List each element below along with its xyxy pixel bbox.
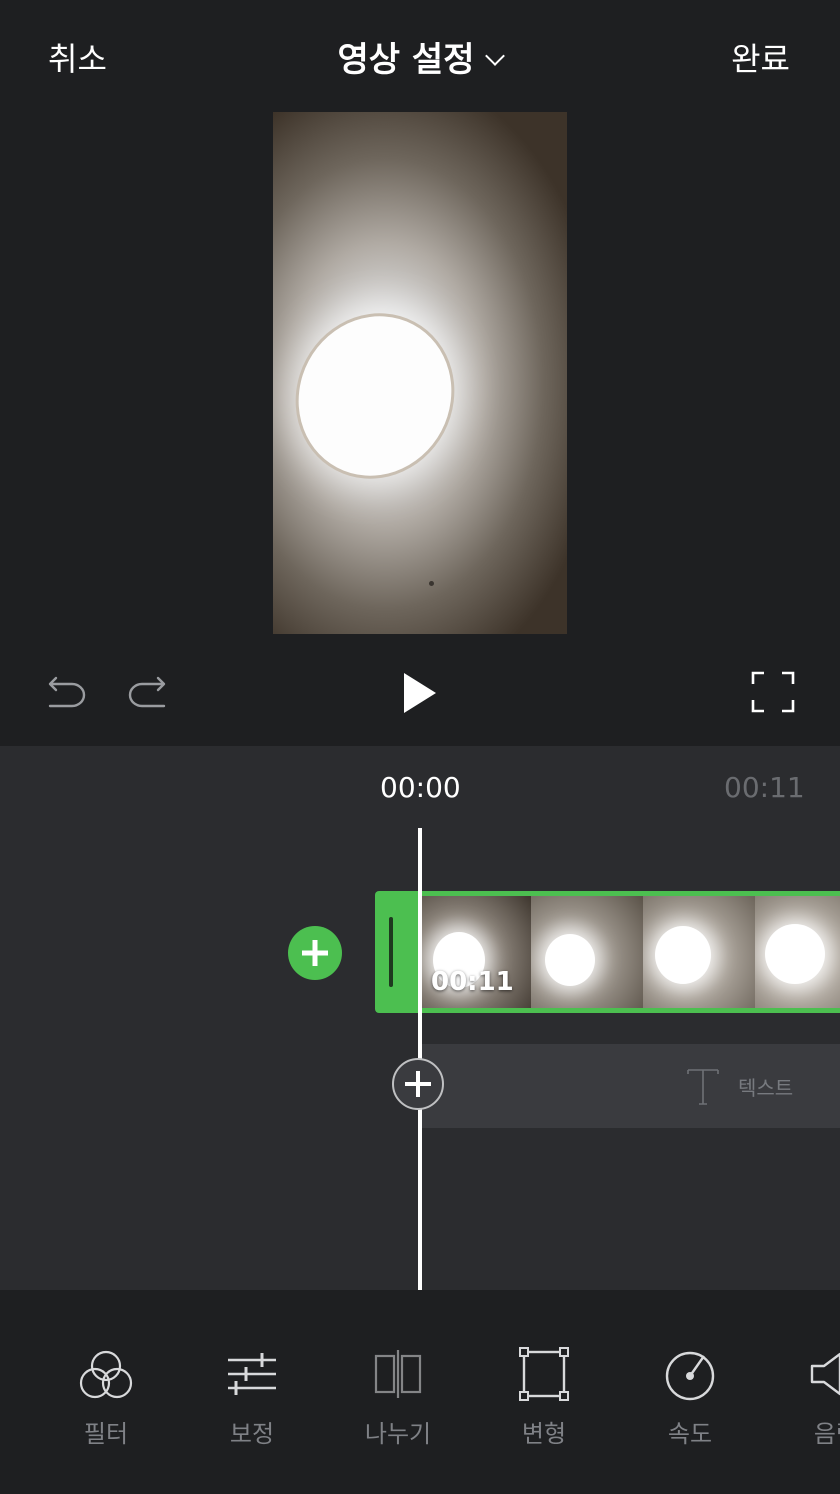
tool-adjust[interactable]: 보정 <box>192 1346 312 1449</box>
add-text-button[interactable] <box>392 1058 444 1110</box>
timeline[interactable]: 00:00 00:11 00:11 텍스트 <box>0 746 840 1290</box>
tool-speed[interactable]: 속도 <box>630 1346 750 1449</box>
text-track[interactable]: 텍스트 <box>420 1044 840 1128</box>
tool-label: 속도 <box>667 1420 713 1448</box>
tool-filter[interactable]: 필터 <box>46 1346 166 1449</box>
top-bar: 취소 영상 설정 완료 <box>0 0 840 110</box>
clip-duration: 00:11 <box>431 967 514 997</box>
preview-lamp <box>273 289 480 503</box>
text-icon <box>686 1066 720 1106</box>
tool-label: 보정 <box>229 1420 275 1448</box>
undo-icon[interactable] <box>44 670 90 714</box>
add-clip-button[interactable] <box>288 926 342 980</box>
adjust-icon <box>228 1353 276 1395</box>
clip-trim-handle[interactable] <box>375 891 419 1013</box>
play-icon[interactable] <box>398 670 442 716</box>
tool-label: 나누기 <box>364 1420 432 1448</box>
redo-icon[interactable] <box>124 670 170 714</box>
filter-icon <box>79 1350 133 1399</box>
speed-icon <box>665 1351 715 1401</box>
edit-toolbar: 필터 보정 나누기 변형 속도 음 <box>0 1290 840 1494</box>
tool-label: 변형 <box>521 1420 567 1448</box>
video-preview <box>273 112 567 634</box>
clip-thumbnail <box>643 896 755 1008</box>
tool-volume[interactable]: 음량 <box>776 1346 840 1449</box>
end-time: 00:11 <box>724 771 805 804</box>
video-clip[interactable]: 00:11 <box>375 891 840 1013</box>
chevron-down-icon <box>485 46 506 66</box>
transform-icon <box>519 1347 569 1401</box>
preview-detail <box>429 581 434 586</box>
split-icon <box>374 1350 422 1398</box>
video-settings-title[interactable]: 영상 설정 <box>0 32 840 81</box>
handle-grip <box>389 917 393 987</box>
playback-controls <box>0 650 840 746</box>
tool-transform[interactable]: 변형 <box>484 1346 604 1449</box>
text-track-label: 텍스트 <box>738 1076 794 1100</box>
tool-label: 음량 <box>813 1420 840 1448</box>
tool-split[interactable]: 나누기 <box>338 1346 458 1449</box>
volume-icon <box>810 1352 840 1396</box>
current-time: 00:00 <box>380 771 461 804</box>
done-button[interactable]: 완료 <box>731 34 790 80</box>
clip-thumbnail <box>531 896 643 1008</box>
clip-thumbnail <box>755 896 840 1008</box>
tool-label: 필터 <box>83 1420 129 1448</box>
page-title: 영상 설정 <box>337 40 475 80</box>
fullscreen-icon[interactable] <box>750 670 796 714</box>
